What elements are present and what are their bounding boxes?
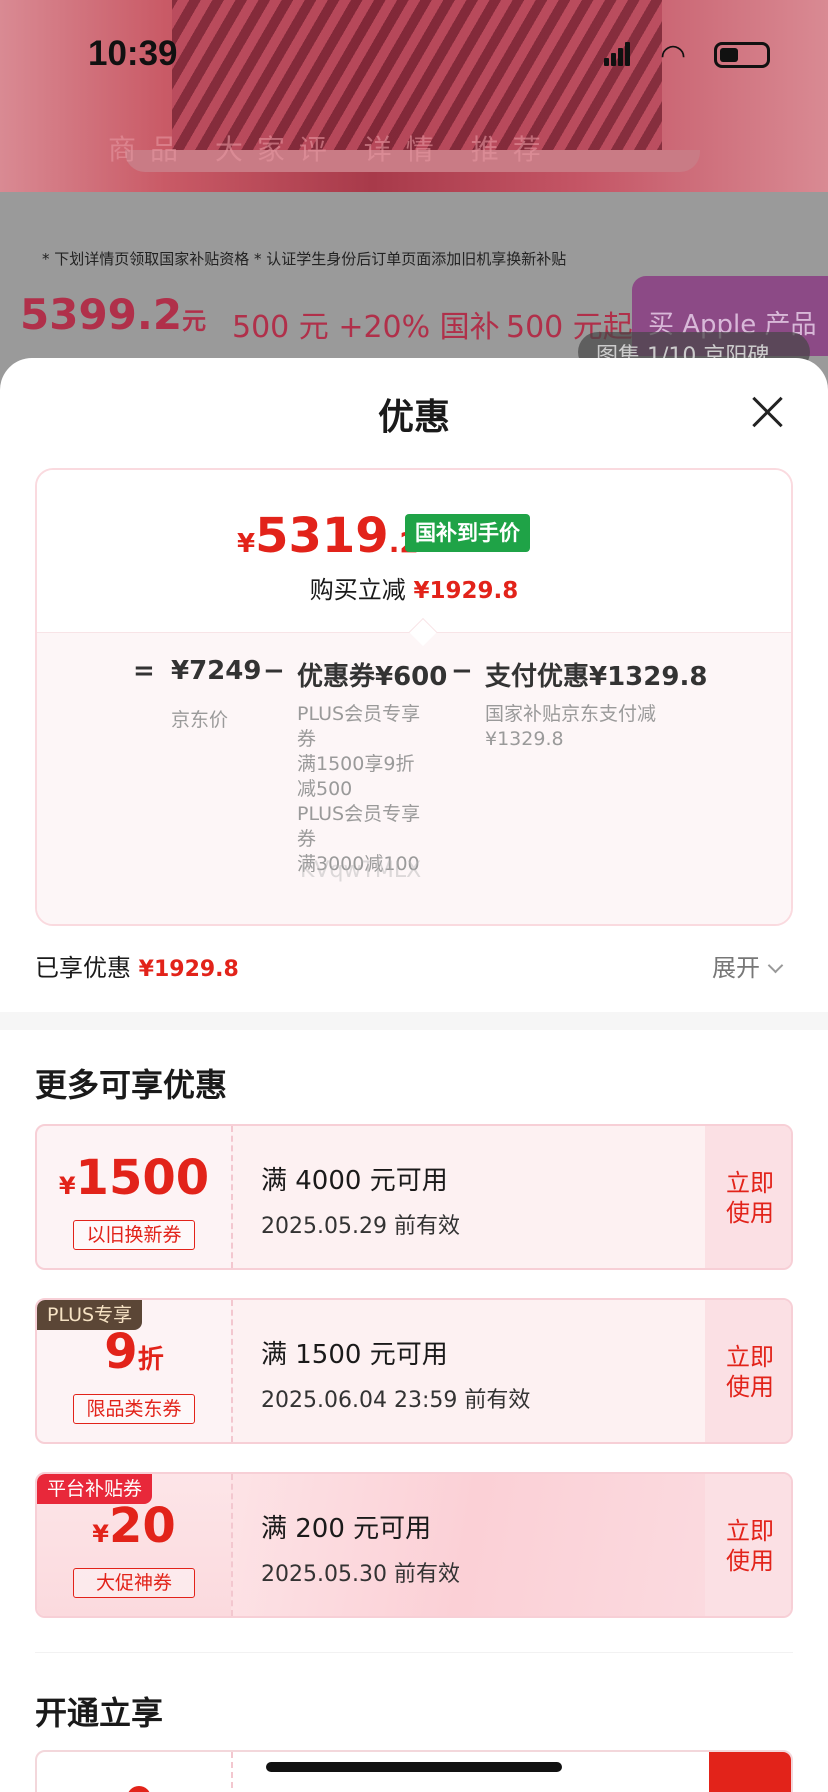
use-now-button[interactable]: 立即 使用 [705,1126,791,1268]
coupon-expiry: 2025.06.04 23:59 前有效 [261,1388,531,1413]
coupon-divider [231,1300,233,1442]
bg-price-value: 5399.2 [20,290,183,339]
coupon-condition: 满 1500 元可用 [261,1340,448,1370]
coupon-divider [231,1752,233,1792]
save-label: 购买立减 [309,576,406,604]
jd-price: ¥7249 [171,656,262,686]
bg-promo-2: 500 元 +20% 国补 [232,310,500,345]
chevron-down-icon [767,957,784,974]
coupon-unit: 折 [137,1345,164,1375]
more-discounts-title: 更多可享优惠 [35,1066,228,1104]
platform-subsidy-ribbon: 平台补贴券 [37,1474,153,1504]
coupon-info: 满 4000 元可用 2025.05.29 前有效 已领 [231,1126,791,1268]
final-price-area: ¥5319.2 国补到手价 购买立减 ¥1929.8 [37,470,791,632]
coupon-value-area: ¥1500 以旧换新券 [37,1126,231,1268]
payment-detail: 国家补贴京东支付减 ¥1329.8 [485,703,657,750]
expand-label: 展开 [712,954,760,982]
coupon-amount: ¥20 [37,1498,231,1554]
jd-price-label: 京东价 [171,709,229,731]
status-time: 10:39 [88,34,178,73]
subsidy-price-badge: 国补到手价 [405,514,530,552]
sheet-title: 优惠 [377,397,450,438]
coupon-value: 1500 [75,1150,210,1206]
coupon-info: 满 1500 元可用 2025.06.04 23:59 前有效 已领 [231,1300,791,1442]
save-amount: ¥1929.8 [413,578,519,604]
bg-price-unit: 元 [182,307,207,335]
status-bar: 10:39 ◠ [0,30,828,80]
coupon-info: 满 200 元可用 2025.05.30 前有效 已领 [231,1474,791,1616]
final-price-int: 5319 [255,508,389,564]
coupon-currency: ¥ [92,1520,109,1548]
watermark: KVqwTMLX [300,858,422,883]
use-now-button[interactable]: 立即 使用 [705,1300,791,1442]
minus-sign-1: − [263,656,285,686]
coupon-value: 20 [108,1498,176,1554]
minus-sign-2: − [451,656,473,686]
section-separator [0,1012,828,1030]
membership-icon [127,1786,151,1792]
coupon-condition: 满 200 元可用 [261,1514,432,1544]
final-price-currency: ¥ [237,529,256,559]
coupon-card: ¥20 大促神券 满 200 元可用 2025.05.30 前有效 已领 立即 … [35,1472,793,1618]
discount-sheet: 优惠 ¥5319.2 国补到手价 购买立减 ¥1929.8 = ¥7249 京东… [0,358,828,1792]
coupon-type-tag: 大促神券 [73,1568,195,1598]
coupon-value: 9 [104,1324,138,1380]
equals-sign: = [133,656,155,686]
bg-price: 5399.2元 [20,290,206,339]
coupon-type-tag: 以旧换新券 [73,1220,195,1250]
close-icon[interactable] [748,392,788,432]
coupon-amount: 9折 [37,1324,231,1380]
expand-button[interactable]: 展开 [712,948,784,983]
membership-action[interactable] [709,1752,791,1792]
battery-icon [714,42,770,68]
open-membership-title: 开通立享 [35,1694,164,1732]
home-indicator[interactable] [266,1762,562,1772]
divider [35,1652,793,1653]
enjoyed-discount: 已享优惠 ¥1929.8 [35,948,239,983]
coupon-detail-1: PLUS会员专享券 满1500享9折减500 [297,703,421,800]
coupon-divider [231,1474,233,1616]
product-tabs: 商品 大家评 详情 推荐 [108,133,555,166]
coupon-amount: ¥1500 [37,1150,231,1206]
coupon-expiry: 2025.05.29 前有效 [261,1214,460,1239]
final-price: ¥5319.2 [237,508,419,564]
payment-discount: 支付优惠¥1329.8 [485,662,708,692]
coupon-type-tag: 限品类东券 [73,1394,195,1424]
use-now-button[interactable]: 立即 使用 [705,1474,791,1616]
subsidy-note: * 下划详情页领取国家补贴资格 * 认证学生身份后订单页面添加旧机享换新补贴 [42,250,567,268]
save-line: 购买立减 ¥1929.8 [37,570,791,605]
coupon-condition: 满 4000 元可用 [261,1166,448,1196]
coupon-card: ¥1500 以旧换新券 满 4000 元可用 2025.05.29 前有效 已领… [35,1124,793,1270]
enjoyed-label: 已享优惠 [35,954,131,982]
coupon-discount: 优惠券¥600 [297,662,448,692]
coupon-expiry: 2025.05.30 前有效 [261,1562,460,1587]
coupon-divider [231,1126,233,1268]
signal-icon [604,42,632,66]
coupon-card: 9折 限品类东券 满 1500 元可用 2025.06.04 23:59 前有效… [35,1298,793,1444]
plus-exclusive-ribbon: PLUS专享 [37,1300,143,1330]
enjoyed-amount: ¥1929.8 [138,957,239,982]
wifi-icon: ◠ [660,38,687,73]
background-page: 10:39 ◠ 商品 大家评 详情 推荐 * 下划详情页领取国家补贴资格 * 认… [0,0,828,420]
coupon-currency: ¥ [58,1172,76,1200]
